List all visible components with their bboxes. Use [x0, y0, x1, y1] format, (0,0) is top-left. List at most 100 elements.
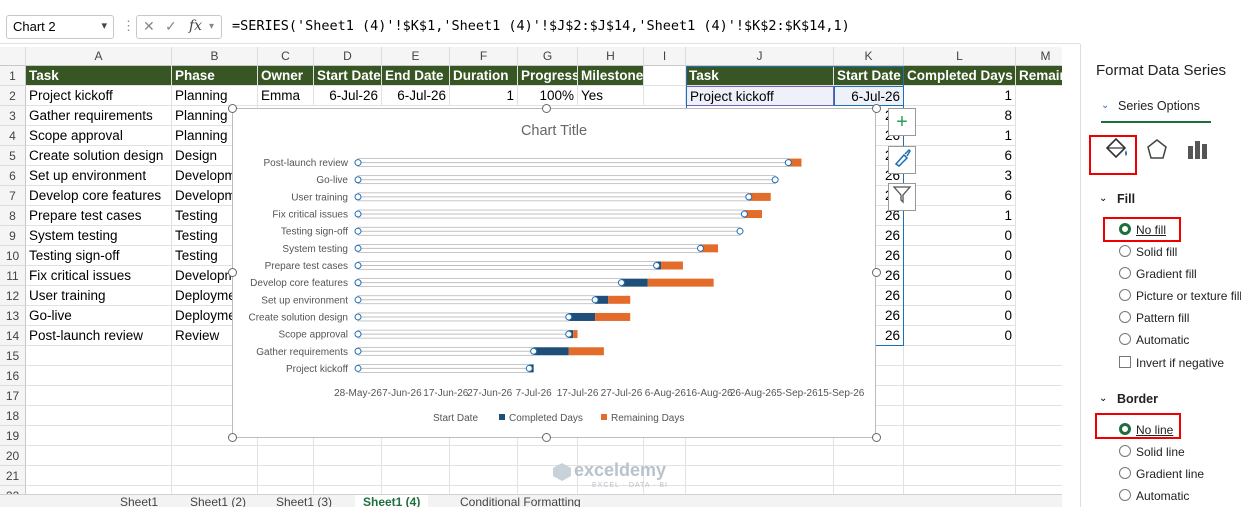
tab-sheet1[interactable]: Sheet1 — [120, 495, 158, 507]
invert-checkbox[interactable] — [1119, 356, 1131, 368]
chevron-down-icon[interactable]: ⌄ — [1101, 100, 1109, 111]
resize-handle[interactable] — [872, 433, 881, 442]
header-cell[interactable]: Milestone — [578, 66, 644, 86]
completed-days-cell[interactable]: 0 — [904, 306, 1016, 326]
data-cell[interactable]: 1 — [450, 86, 518, 106]
task-cell[interactable]: Set up environment — [26, 166, 172, 186]
row-header-1[interactable]: 1 — [0, 66, 26, 86]
column-header-I[interactable]: I — [644, 47, 686, 66]
column-header-C[interactable]: C — [258, 47, 314, 66]
automatic-line-radio[interactable] — [1119, 489, 1131, 501]
cell[interactable] — [172, 466, 258, 486]
cell[interactable] — [904, 386, 1016, 406]
completed-days-cell[interactable]: 1 — [904, 126, 1016, 146]
cell[interactable] — [904, 406, 1016, 426]
completed-days-bar[interactable] — [621, 278, 648, 287]
task-cell[interactable]: Gather requirements — [26, 106, 172, 126]
resize-handle[interactable] — [228, 268, 237, 277]
data-cell[interactable]: Emma — [258, 86, 314, 106]
data-cell[interactable]: 6-Jul-26 — [314, 86, 382, 106]
cell[interactable] — [172, 446, 258, 466]
cell[interactable] — [1016, 406, 1062, 426]
chart-styles-button[interactable] — [888, 146, 916, 174]
selection-point[interactable] — [354, 296, 362, 304]
resize-handle[interactable] — [872, 104, 881, 113]
cell[interactable] — [834, 466, 904, 486]
cell[interactable] — [382, 446, 450, 466]
pattern-fill-label[interactable]: Pattern fill — [1136, 311, 1189, 325]
data-cell[interactable]: Project kickoff — [26, 86, 172, 106]
task-cell[interactable]: Post-launch review — [26, 326, 172, 346]
completed-days-cell[interactable]: 0 — [904, 286, 1016, 306]
selection-point[interactable] — [354, 279, 362, 287]
column-header-D[interactable]: D — [314, 47, 382, 66]
chart-filters-button[interactable] — [888, 183, 916, 211]
completed-days-cell[interactable]: 3 — [904, 166, 1016, 186]
tab-sheet1-3[interactable]: Sheet1 (3) — [276, 495, 332, 507]
row-header-16[interactable]: 16 — [0, 366, 26, 386]
header-cell[interactable]: Phase — [172, 66, 258, 86]
column-header-E[interactable]: E — [382, 47, 450, 66]
formula-input[interactable]: =SERIES('Sheet1 (4)'!$K$1,'Sheet1 (4)'!$… — [232, 18, 850, 34]
selection-point[interactable] — [740, 210, 748, 218]
resize-handle[interactable] — [542, 433, 551, 442]
selection-point[interactable] — [354, 364, 362, 372]
cell[interactable] — [644, 86, 686, 106]
row-header-4[interactable]: 4 — [0, 126, 26, 146]
pattern-fill-radio[interactable] — [1119, 311, 1131, 323]
cell[interactable] — [314, 446, 382, 466]
cell[interactable] — [686, 466, 834, 486]
header-cell[interactable]: Completed Days — [904, 66, 1016, 86]
picture-fill-radio[interactable] — [1119, 289, 1131, 301]
cell[interactable] — [904, 426, 1016, 446]
selection-point[interactable] — [354, 313, 362, 321]
header-cell[interactable]: Remaini — [1016, 66, 1062, 86]
chart-title[interactable]: Chart Title — [521, 123, 587, 139]
selection-point[interactable] — [696, 244, 704, 252]
series-options-tab[interactable]: Series Options — [1118, 99, 1200, 113]
automatic-fill-radio[interactable] — [1119, 333, 1131, 345]
remaining-days-bar[interactable] — [595, 312, 631, 321]
gradient-line-label[interactable]: Gradient line — [1136, 467, 1204, 481]
chevron-down-icon[interactable]: ⌄ — [1099, 193, 1107, 204]
cell[interactable] — [1016, 346, 1062, 366]
resize-handle[interactable] — [542, 104, 551, 113]
gantt-chart[interactable]: Chart Title Project kickoff Gather require… — [232, 108, 876, 438]
automatic-fill-label[interactable]: Automatic — [1136, 333, 1189, 347]
cell[interactable] — [26, 346, 172, 366]
resize-handle[interactable] — [228, 433, 237, 442]
name-box[interactable]: Chart 2 ▾ — [6, 15, 114, 39]
tab-sheet1-4[interactable]: Sheet1 (4) — [355, 495, 429, 507]
cell[interactable] — [1016, 446, 1062, 466]
cell[interactable] — [26, 366, 172, 386]
cell[interactable] — [644, 66, 686, 86]
selection-point[interactable] — [354, 244, 362, 252]
confirm-icon[interactable]: ✓ — [165, 18, 177, 35]
solid-line-radio[interactable] — [1119, 445, 1131, 457]
resize-handle[interactable] — [872, 268, 881, 277]
selection-point[interactable] — [565, 313, 573, 321]
task-cell[interactable]: Go-live — [26, 306, 172, 326]
completed-days-cell[interactable]: 1 — [904, 206, 1016, 226]
row-header-13[interactable]: 13 — [0, 306, 26, 326]
cell[interactable] — [904, 346, 1016, 366]
selection-point[interactable] — [354, 330, 362, 338]
selection-point[interactable] — [525, 364, 533, 372]
invert-label[interactable]: Invert if negative — [1136, 356, 1224, 370]
data-cell[interactable]: 100% — [518, 86, 578, 106]
select-all-corner[interactable] — [0, 47, 26, 66]
solid-fill-radio[interactable] — [1119, 245, 1131, 257]
completed-days-cell[interactable]: 0 — [904, 326, 1016, 346]
row-header-7[interactable]: 7 — [0, 186, 26, 206]
cell[interactable] — [314, 466, 382, 486]
column-header-H[interactable]: H — [578, 47, 644, 66]
series-options-icon-tab[interactable] — [1181, 132, 1215, 166]
column-header-L[interactable]: L — [904, 47, 1016, 66]
selection-point[interactable] — [354, 262, 362, 269]
selection-point[interactable] — [354, 347, 362, 355]
column-header-G[interactable]: G — [518, 47, 578, 66]
completed-days-cell[interactable]: 6 — [904, 186, 1016, 206]
row-header-19[interactable]: 19 — [0, 426, 26, 446]
row-header-20[interactable]: 20 — [0, 446, 26, 466]
task-cell[interactable]: Create solution design — [26, 146, 172, 166]
